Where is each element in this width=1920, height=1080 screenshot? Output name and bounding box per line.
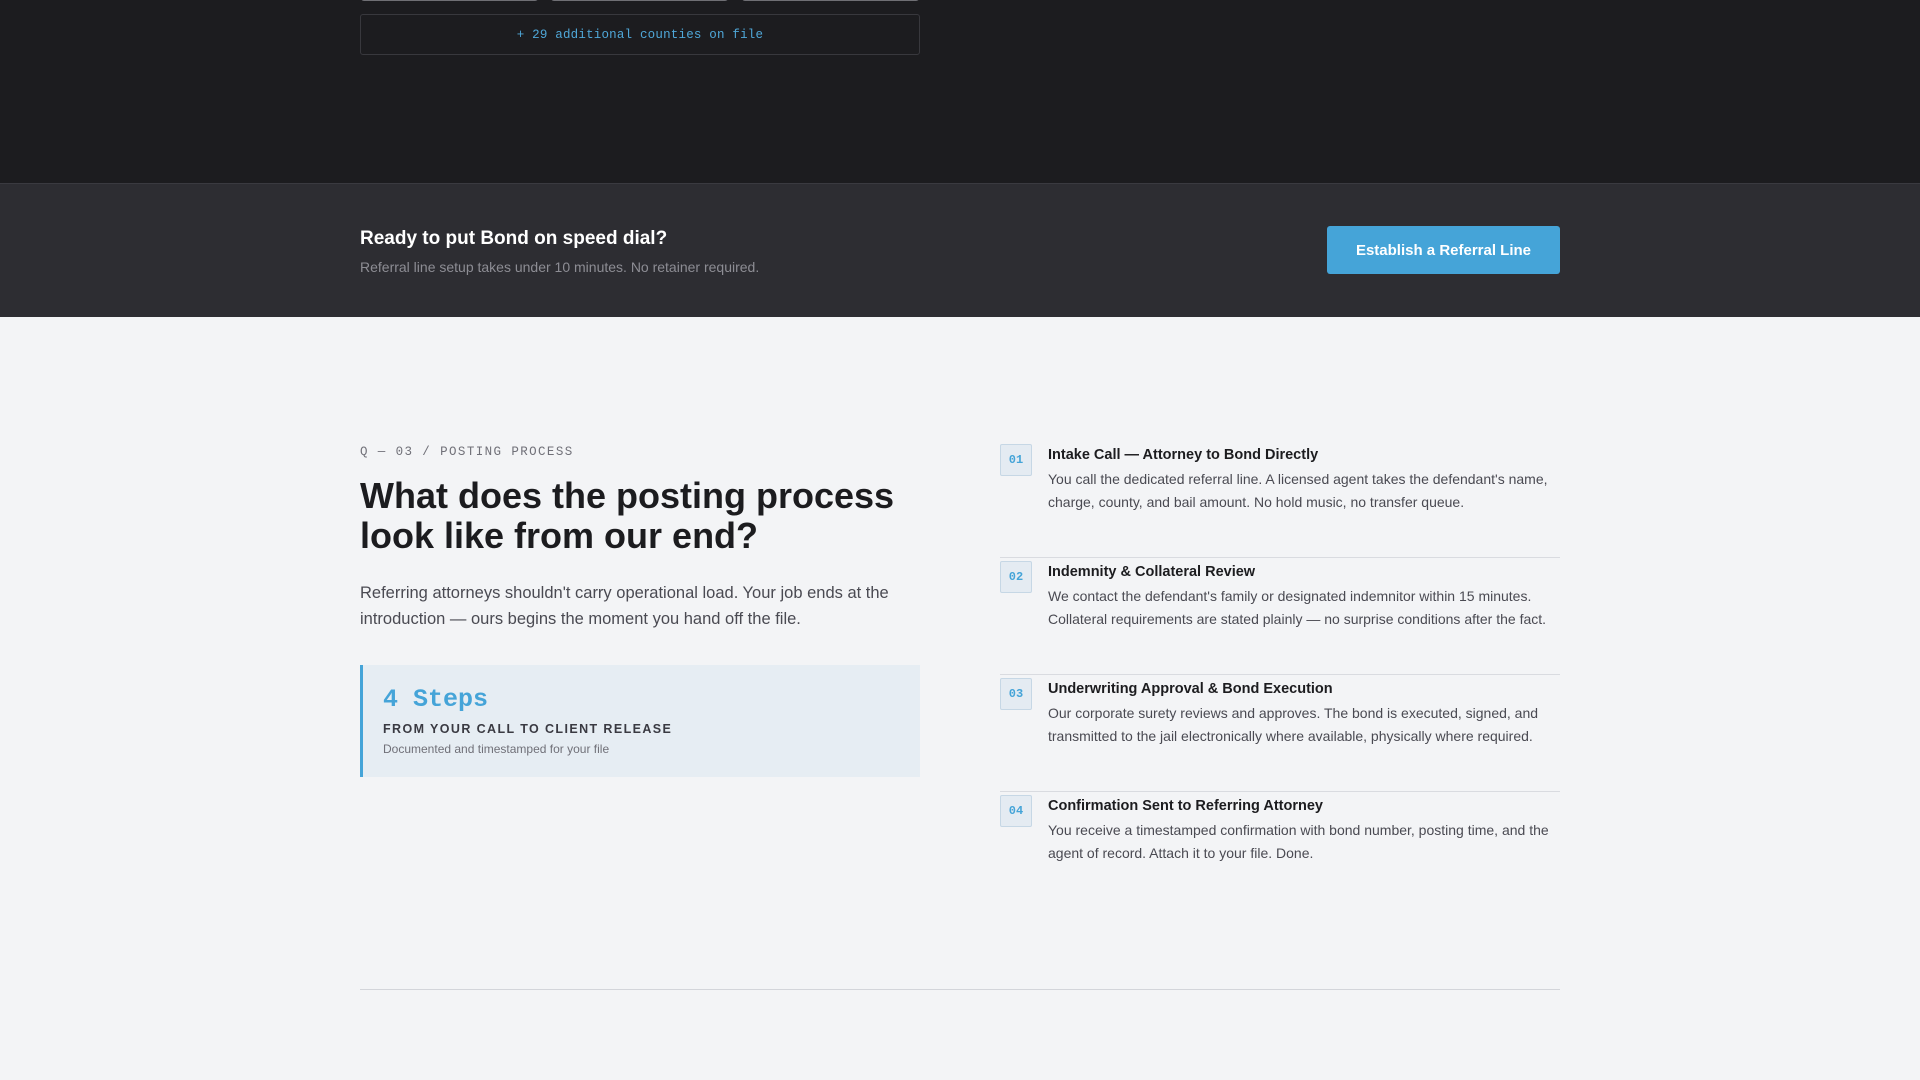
step-description: You call the dedicated referral line. A … (1048, 471, 1548, 510)
section-lead: Referring attorneys shouldn't carry oper… (360, 584, 889, 628)
cta-band: Ready to put Bond on speed dial? Referra… (0, 183, 1920, 317)
step-item: 04 Confirmation Sent to Referring Attorn… (1000, 792, 1560, 909)
county-card[interactable] (742, 0, 919, 1)
steps-note: Documented and timestamped for your file (383, 742, 610, 756)
cta-title: Ready to put Bond on speed dial? (360, 228, 668, 249)
steps-caption: FROM YOUR CALL TO CLIENT RELEASE (383, 722, 673, 736)
step-item: 01 Intake Call — Attorney to Bond Direct… (1000, 441, 1560, 558)
additional-counties-link[interactable]: + 29 additional counties on file (360, 14, 920, 55)
step-description: Our corporate surety reviews and approve… (1048, 705, 1539, 744)
steps-list: 01 Intake Call — Attorney to Bond Direct… (1000, 441, 1560, 909)
step-item: 02 Indemnity & Collateral Review We cont… (1000, 558, 1560, 675)
establish-referral-line-button[interactable]: Establish a Referral Line (1327, 226, 1560, 274)
county-card[interactable] (361, 0, 538, 1)
section-kicker: Q — 03 / POSTING PROCESS (360, 445, 574, 459)
section-heading: What does the posting process look like … (360, 475, 895, 556)
step-description: You receive a timestamped confirmation w… (1048, 822, 1549, 861)
step-description: We contact the defendant's family or des… (1048, 588, 1547, 627)
step-title: Indemnity & Collateral Review (1048, 564, 1256, 580)
step-title: Confirmation Sent to Referring Attorney (1048, 798, 1323, 814)
step-title: Underwriting Approval & Bond Execution (1048, 681, 1333, 697)
step-title: Intake Call — Attorney to Bond Directly (1048, 447, 1319, 463)
cta-subtitle: Referral line setup takes under 10 minut… (360, 259, 760, 275)
step-number: 02 (1000, 561, 1032, 593)
step-number: 04 (1000, 795, 1032, 827)
county-card[interactable] (551, 0, 728, 1)
section-divider (360, 989, 1560, 990)
step-number: 01 (1000, 444, 1032, 476)
step-item: 03 Underwriting Approval & Bond Executio… (1000, 675, 1560, 792)
step-number: 03 (1000, 678, 1032, 710)
steps-count: 4 Steps (383, 685, 489, 714)
counties-section: + 29 additional counties on file (0, 0, 1920, 183)
steps-callout: 4 Steps FROM YOUR CALL TO CLIENT RELEASE… (360, 665, 920, 777)
